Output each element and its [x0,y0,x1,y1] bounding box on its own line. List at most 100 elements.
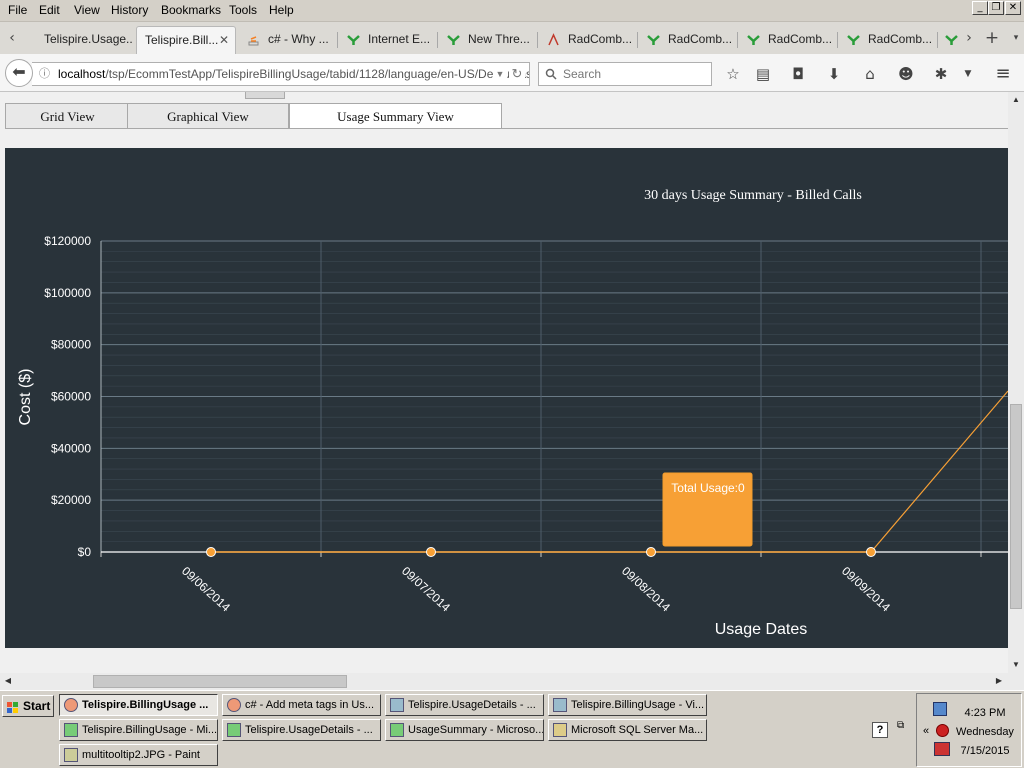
app-window-icon [553,698,567,712]
browser-tab[interactable]: Telispire.Usage... [14,26,132,54]
tab-graphical-view[interactable]: Graphical View [127,103,289,129]
menu-history[interactable]: History [111,3,148,17]
taskbar-button[interactable]: Telispire.BillingUsage - Vi... [548,694,707,716]
clock-time[interactable]: 4:23 PM [955,707,1015,719]
y-tick-label: $0 [78,545,92,559]
hello-icon[interactable]: ☻ [896,64,916,84]
taskbar-button[interactable]: multitooltip2.JPG - Paint [59,744,218,766]
taskbar-button[interactable]: Telispire.BillingUsage - Mi... [59,719,218,741]
scroll-down-icon[interactable]: ▼ [1008,657,1024,673]
menu-help[interactable]: Help [269,3,294,17]
tab-strip: ‹ Telispire.Usage... Telispire.Bill... ✕ … [0,22,1024,54]
back-button[interactable]: ⬅ [5,59,33,87]
taskbar-button[interactable]: Telispire.UsageDetails - ... [385,694,544,716]
url-dropdown-icon[interactable]: ▼ [493,63,507,85]
taskbar-label: Telispire.BillingUsage ... [82,699,209,711]
browser-tab[interactable]: RadComb... [738,26,836,54]
taskbar-button[interactable]: c# - Add meta tags in Us... [222,694,381,716]
menu-view[interactable]: View [74,3,100,17]
telerik-icon [847,35,860,45]
browser-tab[interactable]: RadComb... [538,26,636,54]
browser-tab[interactable]: RadComb... [638,26,736,54]
taskbar-label: Telispire.UsageDetails - ... [245,724,373,736]
tab-close-icon[interactable]: ✕ [219,27,229,53]
bookmark-star-icon[interactable]: ☆ [723,64,743,84]
info-icon[interactable]: ⓘ [39,63,50,85]
taskbar-button[interactable]: Microsoft SQL Server Ma... [548,719,707,741]
restore-icon[interactable]: ⧉ [897,720,904,731]
taskbar-button[interactable]: Telispire.UsageDetails - ... [222,719,381,741]
restore-button[interactable]: ❐ [988,1,1004,15]
visual-studio-icon [390,723,404,737]
new-tab-icon[interactable]: + [982,28,1002,48]
minimize-button[interactable]: _ [972,1,988,15]
menu-bookmarks[interactable]: Bookmarks [161,3,221,17]
search-input[interactable]: Search [538,62,712,86]
flag-icon[interactable] [934,742,950,756]
x-tick-label: 09/07/2014 [399,564,453,615]
tab-scroll-right-icon[interactable]: › [959,28,979,48]
visual-studio-icon [227,723,241,737]
scroll-right-icon[interactable]: ▶ [991,673,1007,689]
start-button[interactable]: Start [2,695,54,717]
taskbar-button[interactable]: Telispire.BillingUsage ... [59,694,218,716]
taskbar-label: UsageSummary - Microso... [408,724,544,736]
x-tick-label: 09/08/2014 [619,564,673,615]
horizontal-scrollbar[interactable]: ◀ ▶ [0,673,1008,690]
telerik-icon [945,35,958,45]
help-icon[interactable]: ? [872,722,888,738]
scroll-left-icon[interactable]: ◀ [0,673,16,689]
y-tick-label: $120000 [44,234,91,248]
paint-icon [64,748,78,762]
tab-label: RadComb... [768,32,833,46]
vertical-scroll-thumb[interactable] [1010,404,1022,609]
reading-list-icon[interactable]: ▤ [753,64,773,84]
tab-label: RadComb... [568,32,633,46]
tray-expand-icon[interactable]: « [923,725,929,737]
address-bar[interactable]: ⓘ localhost/tsp/EcommTestApp/TelispireBi… [32,62,530,86]
menu-tools[interactable]: Tools [229,3,257,17]
downloads-icon[interactable]: ⬇ [824,64,844,84]
scroll-up-icon[interactable]: ▲ [1008,92,1024,108]
antivirus-icon[interactable] [936,724,949,737]
browser-tab-active[interactable]: Telispire.Bill... ✕ [136,26,236,54]
vertical-scrollbar[interactable]: ▲ ▼ [1008,92,1024,673]
windows-logo-icon [7,700,19,713]
chart-tooltip: Total Usage:0 [662,472,753,547]
browser-tab[interactable]: RadComb... [838,26,936,54]
stackoverflow-icon [248,36,259,46]
horizontal-scroll-thumb[interactable] [93,675,347,688]
browser-tab[interactable]: c# - Why ... [238,26,336,54]
tab-list-icon[interactable]: ▾ [1006,28,1024,48]
reload-icon[interactable]: ↻ [509,63,525,85]
pocket-icon[interactable]: ◘ [788,64,808,84]
tab-label: Graphical View [167,109,249,124]
usage-line-chart: 30 days Usage Summary - Billed Calls Cos… [17,188,1008,638]
navigation-bar: ⓘ localhost/tsp/EcommTestApp/TelispireBi… [0,54,1024,92]
menu-file[interactable]: File [8,3,27,17]
taskbar-button[interactable]: UsageSummary - Microso... [385,719,544,741]
addon-icon[interactable]: ✱ [931,64,951,84]
clock-day: Wednesday [956,726,1014,738]
tab-grid-view[interactable]: Grid View [5,103,130,129]
menu-edit[interactable]: Edit [39,3,60,17]
taskbar-label: multitooltip2.JPG - Paint [82,749,200,761]
taskbar-label: Telispire.BillingUsage - Mi... [82,724,218,736]
network-icon[interactable] [933,702,947,716]
browser-tab[interactable]: New Thre... [438,26,536,54]
tab-usage-summary-view[interactable]: Usage Summary View [289,103,502,129]
addon-dropdown-icon[interactable]: ▼ [958,64,978,84]
tab-label: RadComb... [868,32,933,46]
taskbar-label: c# - Add meta tags in Us... [245,699,375,711]
firefox-icon [64,698,78,712]
home-icon[interactable]: ⌂ [860,64,880,84]
series-line-continuation [870,390,1008,553]
telerik-icon [447,35,460,45]
browser-tab[interactable]: Internet E... [338,26,436,54]
x-tick-label: 09/06/2014 [179,564,233,615]
clock-date: 7/15/2015 [960,745,1010,757]
close-window-button[interactable]: ✕ [1005,1,1021,15]
hamburger-menu-icon[interactable]: ≡ [993,64,1013,84]
firefox-icon [227,698,241,712]
tab-label: Telispire.Usage... [44,32,132,46]
